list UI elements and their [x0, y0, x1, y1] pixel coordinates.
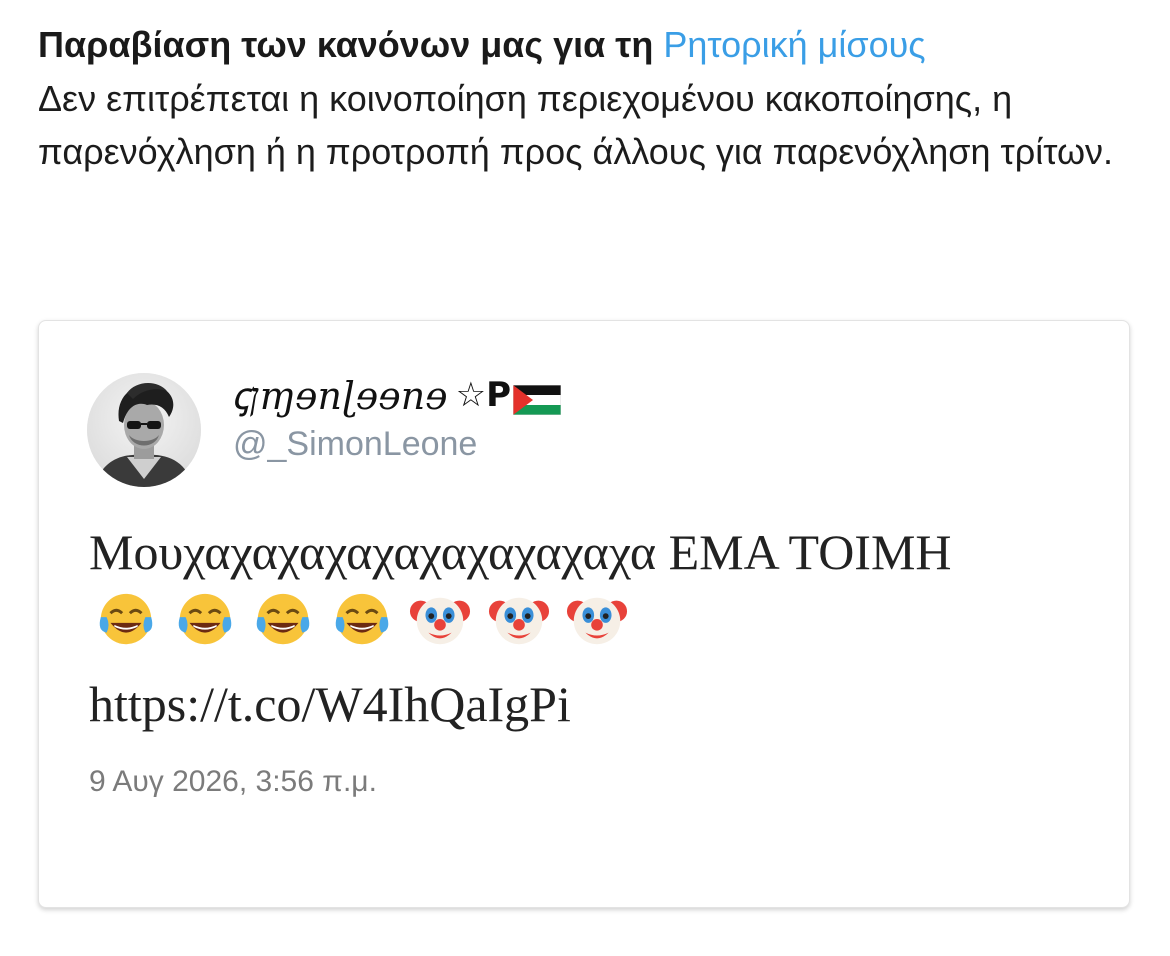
clown-face-icon	[488, 597, 549, 645]
display-name-text: ꞔןɱɘnɭɘɘnɘ	[231, 374, 448, 418]
palestine-flag-icon	[512, 380, 562, 416]
face-with-tears-of-joy-icon	[178, 593, 231, 645]
notice-body: Δεν επιτρέπεται η κοινοποίηση περιεχομέν…	[38, 78, 1114, 172]
face-with-tears-of-joy-icon	[335, 593, 388, 645]
clown-face-icon	[566, 597, 628, 645]
tweet-link[interactable]: https://t.co/W4IhQaIgPi	[89, 676, 571, 732]
clown-face-icon	[409, 597, 471, 645]
hateful-conduct-link[interactable]: Ρητορική μίσους	[663, 24, 925, 65]
display-name-letter: P	[486, 375, 512, 415]
notice-title-text: Παραβίαση των κανόνων μας για τη	[38, 24, 654, 65]
display-name[interactable]: ꞔןɱɘnɭɘɘnɘ ☆ P	[231, 369, 562, 421]
emoji-row	[95, 588, 632, 669]
tweet-text-line: Μουχαχαχαχαχαχαχαχαχαχα ΕΜΑ ΤΟΙΜΗ	[89, 524, 952, 580]
star-icon: ☆	[455, 375, 487, 415]
notice-title: Παραβίαση των κανόνων μας για τη Ρητορικ…	[38, 20, 1138, 70]
tweet-text: Μουχαχαχαχαχαχαχαχαχαχα ΕΜΑ ΤΟΙΜΗ https:…	[89, 517, 1089, 740]
violation-notice: Παραβίαση των κανόνων μας για τη Ρητορικ…	[38, 20, 1138, 178]
face-with-tears-of-joy-icon	[99, 593, 153, 645]
tweet-timestamp[interactable]: 9 Αυγ 2026, 3:56 π.μ.	[89, 765, 377, 799]
face-with-tears-of-joy-icon	[256, 593, 310, 645]
avatar[interactable]	[87, 373, 201, 487]
user-handle[interactable]: @_SimonLeone	[233, 425, 477, 464]
quoted-tweet-card[interactable]: ꞔןɱɘnɭɘɘnɘ ☆ P @_SimonLeone Μουχαχαχαχαχ…	[38, 320, 1130, 908]
